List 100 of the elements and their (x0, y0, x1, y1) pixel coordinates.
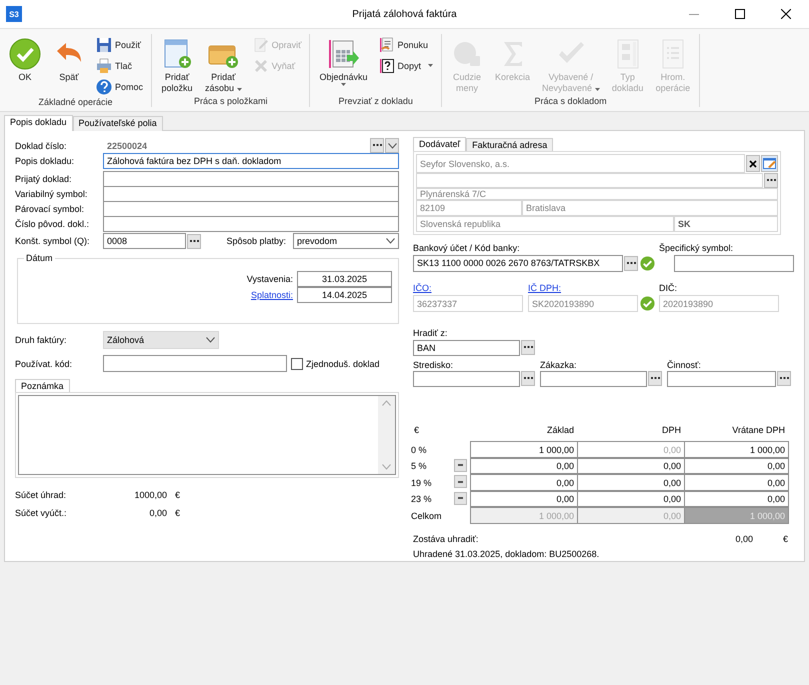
table-cell[interactable]: 0,00 (577, 458, 685, 474)
table-cell[interactable]: 0,00 (684, 458, 789, 474)
rate-menu-button[interactable] (454, 458, 467, 472)
ribbon-button[interactable]: Tlač (94, 56, 146, 75)
clear-button[interactable] (746, 155, 760, 172)
group-label: Práca s položkami (192, 96, 268, 107)
scrollbar[interactable] (378, 396, 395, 474)
currency-symbol: € (783, 534, 788, 544)
browse-button[interactable] (521, 340, 535, 356)
vat-rate-label: 0 % (411, 444, 428, 457)
ribbon-button[interactable]: Späť (48, 34, 90, 97)
tab[interactable]: Popis dokladu (4, 115, 73, 131)
column-header: € (413, 425, 420, 438)
sum-value: 0,00 (148, 508, 167, 518)
table-cell[interactable]: 0,00 (470, 458, 578, 474)
browse-button[interactable] (764, 173, 778, 188)
bank-account-field[interactable]: SK13 1100 0000 0026 2670 8763/TATRSKBX (413, 254, 623, 272)
id-field[interactable]: SK2020193890 (528, 295, 638, 312)
address-field[interactable] (416, 173, 763, 188)
ribbon-button[interactable]: Pomoc (94, 77, 146, 96)
lookup-field[interactable] (413, 371, 520, 388)
table-cell[interactable]: 0,00 (684, 474, 789, 491)
user-code-field[interactable] (103, 355, 287, 372)
ribbon-button[interactable]: Použiť (94, 35, 146, 54)
country-code-field[interactable]: SK (674, 216, 778, 232)
ribbon-button[interactable]: Objednávku (314, 34, 372, 96)
dots-icon (524, 377, 532, 380)
text-field[interactable] (103, 170, 399, 186)
close-icon (781, 9, 791, 19)
total-cell: 1 000,00 (470, 507, 578, 524)
id-field[interactable]: 36237337 (413, 295, 523, 312)
field-label: Stredisko: (413, 360, 454, 370)
pay-from-field[interactable]: BAN (413, 340, 520, 356)
street-field[interactable]: Plynárenská 7/C (416, 188, 778, 200)
field-label: DIČ: (659, 283, 677, 294)
text-field[interactable] (103, 216, 399, 232)
note-tab[interactable]: Poznámka (15, 379, 70, 392)
field-label: Doklad číslo: (15, 140, 68, 150)
table-cell[interactable]: 0,00 (577, 474, 685, 491)
lookup-field[interactable] (667, 371, 776, 388)
ribbon-button[interactable]: Dopyt (376, 56, 436, 75)
id-field[interactable]: 2020193890 (659, 295, 779, 312)
specific-symbol-field[interactable] (674, 254, 794, 272)
table-cell[interactable]: 1 000,00 (470, 441, 578, 458)
lookup-field[interactable] (540, 371, 647, 388)
table-cell[interactable]: 0,00 (684, 490, 789, 508)
browse-button[interactable] (624, 256, 638, 271)
rate-menu-button[interactable] (454, 475, 467, 488)
ribbon-button[interactable]: Pridať zásobu (200, 34, 247, 96)
table-cell[interactable]: 0,00 (577, 490, 685, 508)
zip-field[interactable]: 82109 (416, 200, 522, 216)
total-cell: 1 000,00 (684, 507, 789, 524)
browse-button[interactable] (777, 371, 791, 386)
id-link[interactable]: IČO: (413, 283, 432, 294)
browse-button[interactable] (370, 138, 384, 153)
browse-button[interactable] (521, 371, 535, 386)
group-label: Základné operácie (37, 97, 114, 108)
field-label: Vystavenia: (246, 274, 293, 284)
id-link[interactable]: IČ DPH: (528, 283, 562, 294)
text-field[interactable]: Zálohová faktúra bez DPH s daň. dokladom (103, 152, 399, 168)
table-cell[interactable]: 0,00 (470, 474, 578, 491)
chevron-up-icon (382, 400, 391, 406)
dropdown-button[interactable] (385, 138, 399, 153)
date-field[interactable]: 31.03.2025 (297, 271, 392, 287)
field-label: Druh faktúry: (15, 335, 68, 345)
ribbon-button[interactable]: OK (4, 34, 46, 97)
browse-button[interactable] (648, 371, 662, 386)
spreadsheet-arrow-icon (327, 38, 360, 70)
table-cell[interactable]: 0,00 (470, 490, 578, 508)
rate-menu-button[interactable] (454, 492, 467, 505)
payment-method-select[interactable]: prevodom (293, 233, 399, 249)
field-label: Spôsob platby: (226, 236, 286, 246)
country-field[interactable]: Slovenská republika (416, 216, 674, 232)
document-icon (378, 36, 394, 52)
help-icon (96, 78, 112, 94)
dots-icon (650, 377, 660, 380)
tab[interactable]: Dodávateľ (413, 137, 466, 151)
vat-rate-label: 23 % (411, 493, 433, 506)
constant-symbol-field[interactable]: 0008 (103, 233, 186, 249)
tab[interactable]: Používateľské polia (72, 116, 163, 131)
text-field[interactable] (103, 186, 399, 202)
sum-value: 1000,00 (133, 490, 167, 500)
date-link[interactable]: Splatnosti: (250, 290, 293, 300)
date-field[interactable]: 14.04.2025 (297, 286, 392, 302)
tab[interactable]: Fakturačná adresa (466, 138, 554, 151)
dots-icon (524, 346, 532, 350)
edit-button[interactable] (761, 155, 778, 172)
browse-button[interactable] (187, 234, 201, 248)
city-field[interactable]: Bratislava (522, 200, 778, 216)
ribbon-button[interactable]: Pridať položku (156, 34, 198, 96)
ribbon-button[interactable]: Ponuku (376, 35, 436, 54)
invoice-type-select[interactable]: Zálohová (103, 331, 219, 349)
dots-icon (372, 144, 382, 147)
cross-icon (252, 58, 269, 74)
sum-label: Súčet vyúčt.: (15, 508, 68, 518)
text-field[interactable] (103, 200, 399, 216)
table-cell[interactable]: 1 000,00 (684, 441, 789, 458)
supplier-name-field[interactable]: Seyfor Slovensko, a.s. (416, 154, 745, 173)
edit-document-icon (252, 36, 269, 52)
checkbox[interactable] (291, 358, 303, 370)
